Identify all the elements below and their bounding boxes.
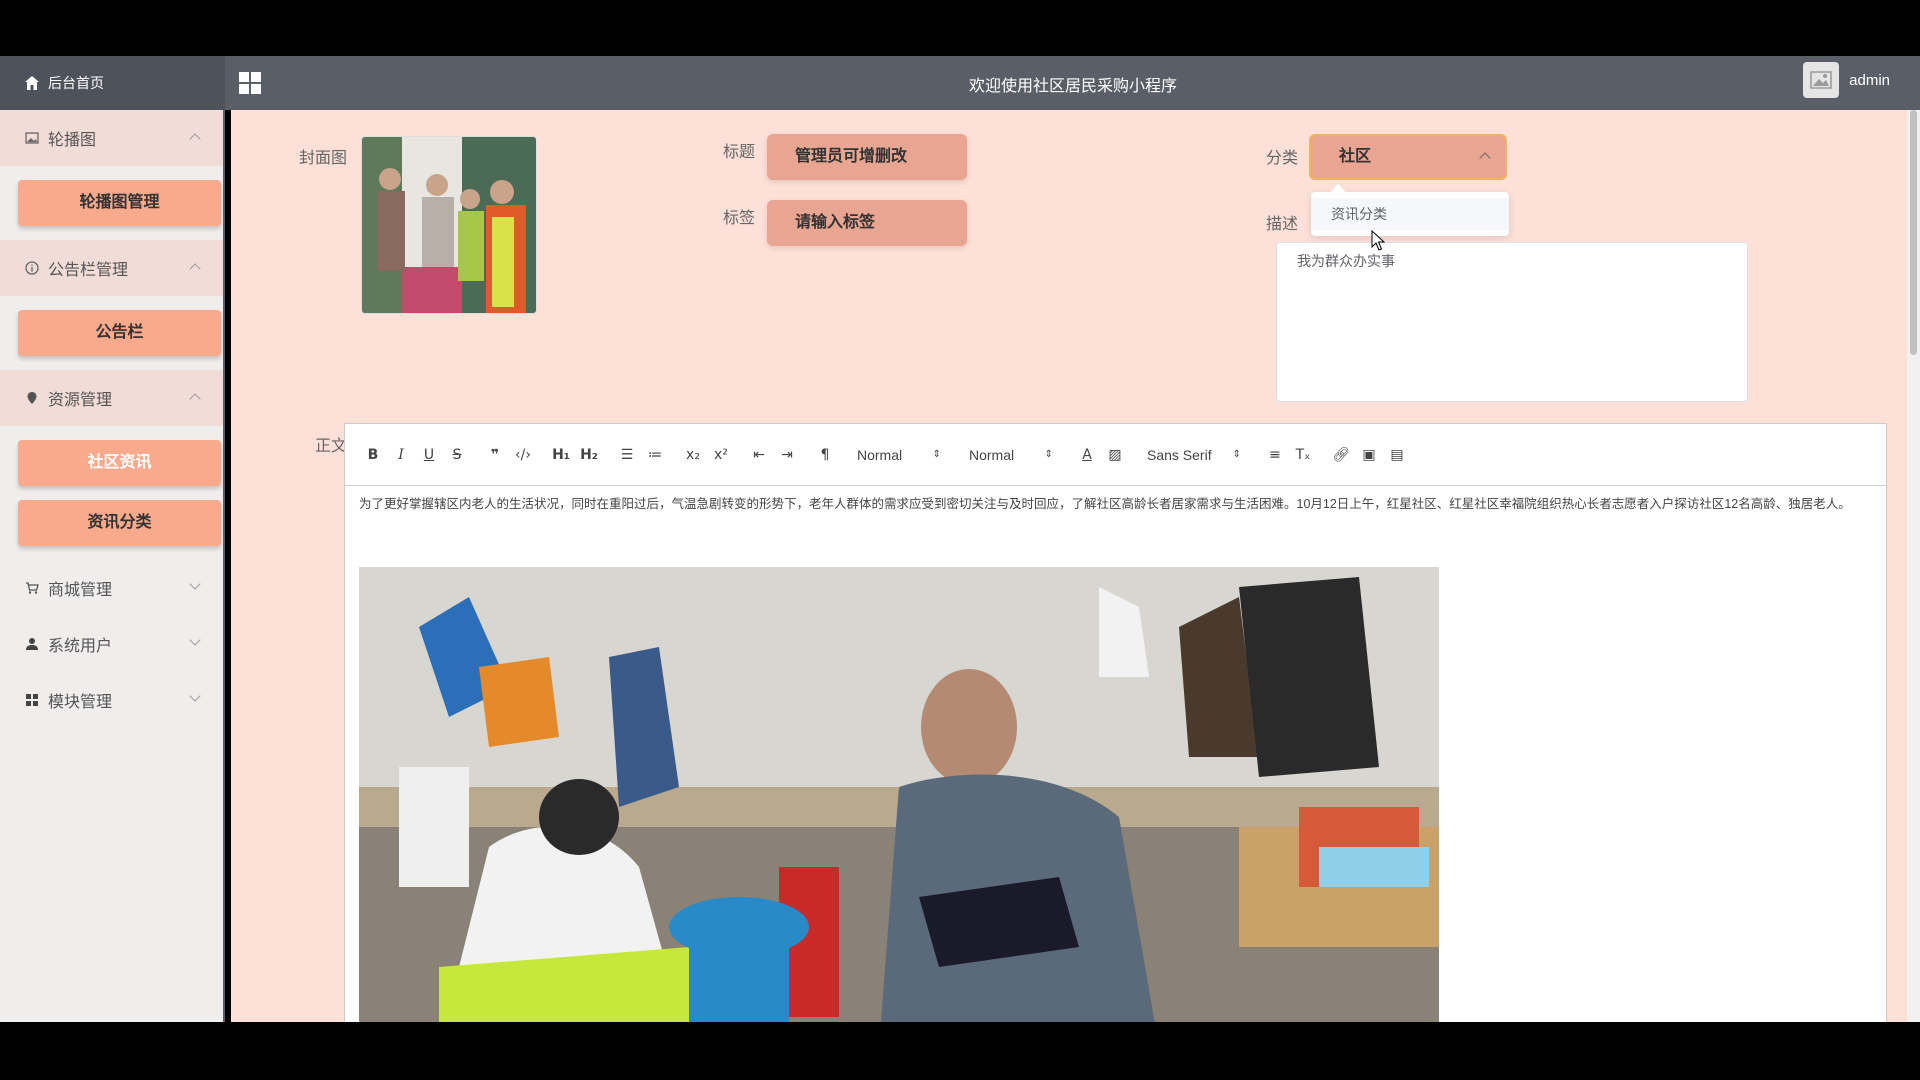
username: admin <box>1849 71 1890 89</box>
select-arrows-icon: ⇕ <box>932 449 941 460</box>
subscript-button[interactable]: x₂ <box>679 443 707 467</box>
ordered-list-icon[interactable]: ☰ <box>613 443 641 467</box>
chevron-up-icon <box>189 133 201 145</box>
background-color-icon[interactable]: ▨ <box>1101 443 1129 467</box>
size-select[interactable]: Normal ⇕ <box>961 447 1061 463</box>
screen-bottom-bar <box>0 1022 1920 1080</box>
select-arrows-icon: ⇕ <box>1044 449 1053 460</box>
category-selected-value: 社区 <box>1339 148 1372 165</box>
chevron-down-icon <box>189 690 201 702</box>
clear-format-icon[interactable]: Tₓ <box>1289 443 1317 467</box>
info-icon <box>24 260 40 276</box>
description-textarea[interactable]: 我为群众办实事 <box>1276 242 1748 402</box>
location-icon <box>24 390 40 406</box>
heading2-button[interactable]: H₂ <box>575 443 603 467</box>
sidebar-group-carousel[interactable]: 轮播图 <box>0 110 223 166</box>
editor-content-text[interactable]: 为了更好掌握辖区内老人的生活状况，同时在重阳过后，气温急剧转变的形势下，老年人群… <box>345 486 1886 513</box>
heading1-button[interactable]: H₁ <box>547 443 575 467</box>
blockquote-icon[interactable]: ❞ <box>481 443 509 467</box>
chevron-down-icon <box>189 634 201 646</box>
scrollbar-thumb[interactable] <box>1910 110 1917 355</box>
chevron-up-icon <box>189 263 201 275</box>
user-icon <box>24 636 40 652</box>
sidebar-group-label: 模块管理 <box>48 694 113 711</box>
cover-label: 封面图 <box>299 150 348 167</box>
code-icon[interactable]: ‹/› <box>509 443 537 467</box>
bold-button[interactable]: B <box>359 443 387 467</box>
category-label: 分类 <box>1266 150 1299 167</box>
page-scrollbar[interactable] <box>1907 110 1920 1022</box>
cover-image-upload[interactable] <box>361 136 537 314</box>
embedded-photo <box>359 567 1439 1022</box>
category-dropdown: 资讯分类 <box>1311 183 1509 236</box>
screen-top-bar <box>0 0 1920 56</box>
title-label: 标题 <box>723 144 756 161</box>
sidebar-group-notice[interactable]: 公告栏管理 <box>0 240 223 296</box>
header-select-value: Normal <box>857 446 903 463</box>
mouse-cursor-icon <box>1371 230 1385 251</box>
italic-button[interactable]: I <box>387 443 415 467</box>
size-select-value: Normal <box>969 446 1015 463</box>
align-icon[interactable]: ≡ <box>1261 443 1289 467</box>
text-direction-icon[interactable]: ¶ <box>811 443 839 467</box>
bullet-list-icon[interactable]: ≔ <box>641 443 669 467</box>
sidebar-group-label: 轮播图 <box>48 132 97 149</box>
sidebar-item-news-category[interactable]: 资讯分类 <box>18 500 221 546</box>
sidebar-item-notice-board[interactable]: 公告栏 <box>18 310 221 356</box>
link-icon[interactable]: 🔗︎ <box>1327 443 1355 467</box>
sidebar-group-system-users[interactable]: 系统用户 <box>0 616 223 672</box>
editor-toolbar: B I U S ❞ ‹/› H₁ H₂ ☰ ≔ x₂ x² ⇤ ⇥ ¶ Norm… <box>345 424 1886 486</box>
sidebar-item-community-news[interactable]: 社区资讯 <box>18 440 221 486</box>
top-header: 后台首页 欢迎使用社区居民采购小程序 admin <box>0 56 1920 110</box>
indent-icon[interactable]: ⇥ <box>773 443 801 467</box>
user-menu[interactable]: admin <box>1803 62 1890 98</box>
grid-icon <box>24 692 40 708</box>
chevron-up-icon <box>189 393 201 405</box>
tag-label: 标签 <box>723 210 756 227</box>
image-placeholder-icon <box>1810 71 1832 89</box>
sidebar-group-label: 商城管理 <box>48 582 113 599</box>
sidebar: 轮播图 轮播图管理 公告栏管理 公告栏 资源管理 社区资讯 资讯分类 商城管理 … <box>0 110 225 1022</box>
sidebar-item-carousel-manage[interactable]: 轮播图管理 <box>18 180 221 226</box>
sidebar-group-label: 公告栏管理 <box>48 262 129 279</box>
image-icon[interactable]: ▣ <box>1355 443 1383 467</box>
rich-text-editor: B I U S ❞ ‹/› H₁ H₂ ☰ ≔ x₂ x² ⇤ ⇥ ¶ Norm… <box>344 423 1887 1022</box>
video-icon[interactable]: ▤ <box>1383 443 1411 467</box>
header-select[interactable]: Normal ⇕ <box>849 447 949 463</box>
sidebar-group-mall[interactable]: 商城管理 <box>0 560 223 616</box>
page-title: 欢迎使用社区居民采购小程序 <box>968 78 1177 95</box>
description-label: 描述 <box>1266 216 1299 233</box>
image-icon <box>24 130 40 146</box>
cover-photo <box>362 137 536 313</box>
editor-content-image[interactable] <box>359 567 1439 1022</box>
chevron-down-icon <box>189 578 201 590</box>
main-content: 封面图 标题 管理员可增删改 标签 请输入标签 分类 社区 资讯分类 描述 我为… <box>231 110 1907 1022</box>
sidebar-group-label: 系统用户 <box>48 638 113 655</box>
tag-input[interactable]: 请输入标签 <box>767 200 967 246</box>
chevron-up-icon <box>1479 152 1491 164</box>
strike-button[interactable]: S <box>443 443 471 467</box>
category-select[interactable]: 社区 <box>1309 134 1507 180</box>
font-select-value: Sans Serif <box>1147 446 1212 463</box>
sidebar-group-label: 资源管理 <box>48 392 113 409</box>
body-label: 正文 <box>315 438 348 455</box>
underline-button[interactable]: U <box>415 443 443 467</box>
outdent-icon[interactable]: ⇤ <box>745 443 773 467</box>
font-select[interactable]: Sans Serif ⇕ <box>1139 447 1249 463</box>
sidebar-group-modules[interactable]: 模块管理 <box>0 672 223 728</box>
cart-icon <box>24 580 40 596</box>
select-arrows-icon: ⇕ <box>1232 449 1241 460</box>
dropdown-option[interactable]: 资讯分类 <box>1311 198 1509 230</box>
superscript-button[interactable]: x² <box>707 443 735 467</box>
title-input[interactable]: 管理员可增删改 <box>767 134 967 180</box>
sidebar-group-resources[interactable]: 资源管理 <box>0 370 223 426</box>
avatar <box>1803 62 1840 98</box>
text-color-icon[interactable]: A <box>1073 443 1101 467</box>
